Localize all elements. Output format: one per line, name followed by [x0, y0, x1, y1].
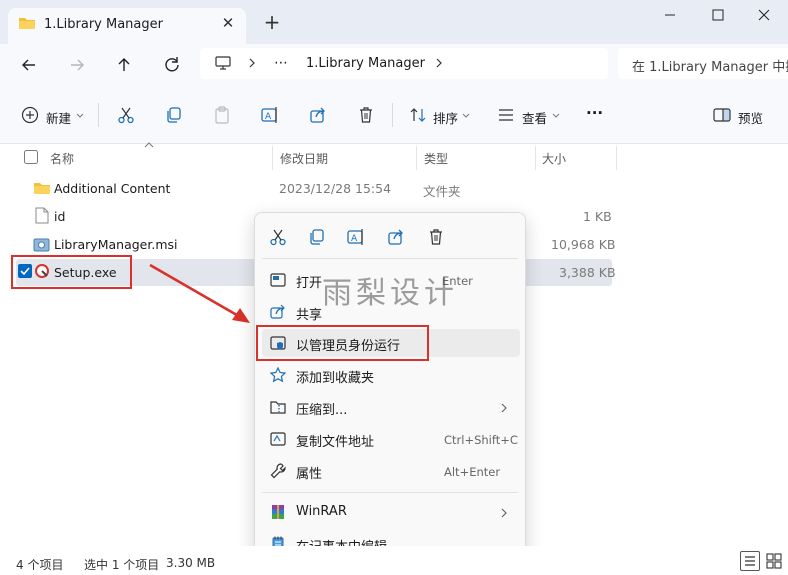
new-tab-button[interactable]: +: [262, 12, 282, 32]
new-plus-icon[interactable]: [20, 105, 40, 125]
cut-icon[interactable]: [116, 105, 136, 125]
svg-text:A: A: [265, 112, 272, 122]
new-button-label[interactable]: 新建: [46, 108, 71, 127]
watermark-text: 雨梨设计: [322, 276, 458, 311]
file-name: Additional Content: [54, 181, 171, 196]
select-all-checkbox[interactable]: [24, 150, 38, 164]
column-divider[interactable]: [535, 146, 536, 170]
installer-icon: [33, 236, 50, 253]
file-type: 文件夹: [423, 184, 461, 199]
share-icon[interactable]: [308, 105, 328, 125]
breadcrumb-current[interactable]: 1.Library Manager: [306, 56, 425, 71]
details-view-button[interactable]: [740, 551, 760, 571]
rename-icon[interactable]: A: [260, 105, 280, 125]
status-selected-size: 3.30 MB: [166, 556, 216, 570]
menu-divider: [262, 492, 518, 493]
close-tab-icon[interactable]: ✕: [219, 14, 237, 32]
forward-button[interactable]: [64, 52, 90, 78]
winrar-icon: [269, 503, 287, 521]
sort-icon[interactable]: [408, 105, 428, 125]
minimize-button[interactable]: [650, 4, 690, 26]
copy-icon[interactable]: [307, 227, 327, 247]
chevron-right-icon[interactable]: [247, 57, 257, 69]
folder-icon: [33, 180, 51, 196]
menu-label-open: 打开: [296, 276, 323, 291]
rename-icon[interactable]: A: [346, 227, 366, 247]
menu-shortcut-properties: Alt+Enter: [444, 465, 501, 479]
cut-icon[interactable]: [268, 227, 288, 247]
column-date-header[interactable]: 修改日期: [280, 150, 328, 167]
chevron-right-icon: [500, 507, 508, 519]
back-button[interactable]: [16, 52, 42, 78]
menu-label-winrar: WinRAR: [296, 504, 347, 519]
monitor-icon: [214, 55, 232, 71]
delete-icon[interactable]: [356, 105, 376, 125]
close-window-button[interactable]: [744, 4, 784, 26]
file-name: id: [54, 209, 66, 224]
copy-icon[interactable]: [164, 105, 184, 125]
status-selected-count: 选中 1 个项目: [84, 558, 160, 572]
column-divider[interactable]: [416, 146, 417, 170]
menu-label-share: 共享: [296, 308, 323, 323]
annotation-arrow: [149, 263, 250, 323]
column-divider[interactable]: [616, 146, 617, 170]
open-window-icon: [269, 271, 287, 289]
column-type-header[interactable]: 类型: [424, 150, 448, 167]
menu-shortcut-copy-path: Ctrl+Shift+C: [444, 433, 518, 447]
up-button[interactable]: [111, 52, 137, 78]
file-date: 2023/12/28 15:54: [279, 181, 392, 196]
sort-button-label[interactable]: 排序: [433, 108, 458, 127]
toolbar-divider: [98, 103, 99, 127]
path-overflow-button[interactable]: ⋯: [274, 55, 288, 71]
menu-divider: [262, 258, 518, 259]
menu-label-add-favorites: 添加到收藏夹: [296, 371, 375, 386]
column-divider[interactable]: [272, 146, 273, 170]
share-icon[interactable]: [386, 227, 406, 247]
view-icon[interactable]: [496, 105, 516, 125]
sort-ascending-icon: [144, 142, 154, 148]
star-icon: [269, 366, 287, 384]
menu-label-copy-path: 复制文件地址: [296, 435, 375, 450]
column-name-header[interactable]: 名称: [50, 150, 74, 167]
delete-icon[interactable]: [426, 227, 446, 247]
chevron-right-icon: [500, 402, 508, 414]
wrench-icon: [269, 462, 287, 480]
file-name: LibraryManager.msi: [54, 237, 178, 252]
view-button-label[interactable]: 查看: [522, 108, 547, 127]
highlight-box-setup: [11, 255, 132, 289]
search-input[interactable]: 在 1.Library Manager 中搜: [632, 56, 788, 75]
preview-button-label[interactable]: 预览: [738, 108, 763, 127]
file-size: 3,388 KB: [559, 265, 616, 280]
tab-title: 1.Library Manager: [44, 17, 163, 32]
copy-path-icon: [269, 430, 287, 448]
share-icon: [269, 303, 287, 321]
status-item-count: 4 个项目: [16, 558, 64, 572]
chevron-down-icon[interactable]: [76, 113, 84, 119]
menu-label-compress: 压缩到...: [296, 403, 348, 418]
document-icon: [35, 207, 49, 224]
more-options-button[interactable]: ···: [586, 104, 603, 122]
paste-icon[interactable]: [212, 105, 232, 125]
tiles-view-button[interactable]: [765, 552, 783, 570]
menu-label-properties: 属性: [296, 467, 323, 482]
folder-icon: [18, 15, 36, 31]
zip-folder-icon: [269, 398, 287, 416]
column-size-header[interactable]: 大小: [542, 150, 566, 167]
svg-text:A: A: [351, 234, 358, 244]
chevron-down-icon[interactable]: [462, 113, 470, 119]
highlight-box-run-as-admin: [256, 325, 429, 361]
chevron-down-icon[interactable]: [552, 113, 560, 119]
maximize-button[interactable]: [698, 4, 738, 26]
chevron-right-icon[interactable]: [434, 57, 444, 69]
refresh-button[interactable]: [159, 52, 185, 78]
file-size: 1 KB: [583, 209, 612, 224]
file-size: 10,968 KB: [551, 237, 616, 252]
toolbar-divider: [392, 103, 393, 127]
preview-pane-icon[interactable]: [712, 105, 732, 125]
